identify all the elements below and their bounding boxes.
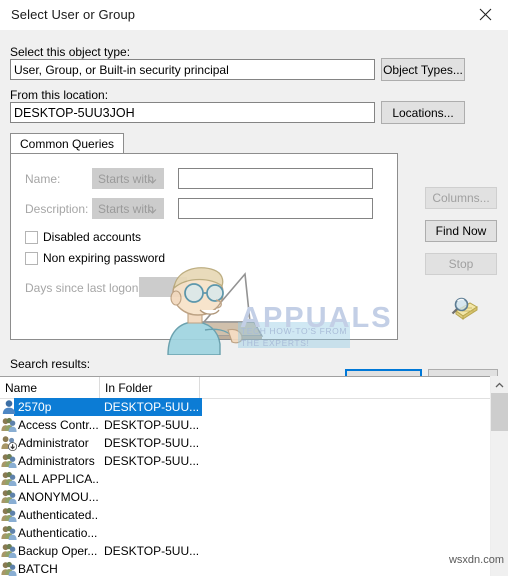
group-icon	[1, 489, 17, 505]
group-icon	[1, 525, 17, 541]
row-name: Administrators	[18, 454, 95, 468]
magnifier-card-icon	[448, 295, 478, 323]
scrollbar-track[interactable]	[491, 431, 508, 576]
list-rows: 2570p DESKTOP-5UU... Access Contr... DESKTO…	[0, 398, 508, 577]
table-row[interactable]: ANONYMOU...	[0, 488, 508, 506]
row-in-folder: DESKTOP-5UU...	[104, 436, 200, 450]
row-name: Administrator	[18, 436, 89, 450]
group-icon	[1, 507, 17, 523]
description-operator-select[interactable]: Starts with	[92, 198, 164, 219]
name-label: Name:	[25, 172, 61, 186]
location-label: From this location:	[10, 88, 109, 102]
row-name: Authenticatio...	[18, 526, 98, 540]
object-type-field[interactable]: User, Group, or Built-in security princi…	[10, 59, 375, 80]
group-icon	[1, 471, 17, 487]
days-since-logon-label: Days since last logon:	[25, 281, 142, 295]
name-operator-value: Starts with	[98, 171, 155, 186]
row-name: Access Contr...	[18, 418, 98, 432]
row-in-folder	[104, 525, 200, 541]
row-in-folder	[104, 561, 200, 577]
column-header-in-folder[interactable]: In Folder	[100, 377, 200, 398]
table-row[interactable]: Authenticatio...	[0, 524, 508, 542]
object-type-label: Select this object type:	[10, 45, 131, 59]
group-icon	[1, 453, 17, 469]
group-icon	[1, 543, 17, 559]
group-icon	[1, 417, 17, 433]
table-row[interactable]: 2570p DESKTOP-5UU...	[0, 398, 508, 416]
location-field[interactable]: DESKTOP-5UU3JOH	[10, 102, 375, 123]
name-input[interactable]	[178, 168, 373, 189]
row-name: Authenticated...	[18, 508, 98, 522]
non-expiring-password-label: Non expiring password	[43, 251, 166, 265]
row-in-folder	[104, 471, 200, 487]
table-row[interactable]: ALL APPLICA...	[0, 470, 508, 488]
window-title: Select User or Group	[11, 7, 136, 22]
close-button[interactable]	[463, 0, 508, 29]
user-icon	[1, 399, 17, 415]
disabled-accounts-label: Disabled accounts	[43, 230, 142, 244]
row-in-folder: DESKTOP-5UU...	[104, 544, 200, 558]
vertical-scrollbar[interactable]	[490, 376, 508, 576]
description-input[interactable]	[178, 198, 373, 219]
row-name: ALL APPLICA...	[18, 472, 98, 486]
chevron-down-icon	[148, 174, 157, 184]
object-types-button[interactable]: Object Types...	[381, 58, 465, 81]
row-name: BATCH	[18, 562, 58, 576]
row-name: ANONYMOU...	[18, 490, 98, 504]
row-in-folder	[104, 489, 200, 505]
group-icon	[1, 561, 17, 577]
description-label: Description:	[25, 202, 89, 216]
chevron-up-icon	[495, 378, 504, 392]
table-row[interactable]: Administrator DESKTOP-5UU...	[0, 434, 508, 452]
scrollbar-thumb[interactable]	[491, 393, 508, 431]
tab-common-queries[interactable]: Common Queries	[10, 133, 125, 154]
table-row[interactable]: Administrators DESKTOP-5UU...	[0, 452, 508, 470]
name-operator-select[interactable]: Starts with	[92, 168, 164, 189]
close-icon	[479, 8, 492, 21]
table-row[interactable]: Access Contr... DESKTOP-5UU...	[0, 416, 508, 434]
scroll-up-button[interactable]	[491, 376, 508, 393]
description-operator-value: Starts with	[98, 201, 155, 216]
tab-strip: Common Queries	[10, 133, 398, 154]
row-name: Backup Oper...	[18, 544, 98, 558]
columns-button[interactable]: Columns...	[425, 187, 497, 209]
non-expiring-password-checkbox[interactable]	[25, 252, 38, 265]
table-row[interactable]: Backup Oper... DESKTOP-5UU...	[0, 542, 508, 560]
user-disabled-icon	[1, 435, 18, 452]
column-header-name[interactable]: Name	[0, 377, 100, 398]
table-row[interactable]: Authenticated...	[0, 506, 508, 524]
row-in-folder	[104, 507, 200, 523]
find-now-button[interactable]: Find Now	[425, 220, 497, 242]
search-results-label: Search results:	[10, 357, 91, 371]
title-bar: Select User or Group	[0, 0, 508, 31]
row-in-folder: DESKTOP-5UU...	[104, 400, 200, 414]
locations-button[interactable]: Locations...	[381, 101, 465, 124]
list-header: Name In Folder	[0, 377, 508, 399]
search-results-list[interactable]: Name In Folder 2570p DESKTOP-5UU... Access…	[0, 376, 508, 577]
stop-button[interactable]: Stop	[425, 253, 497, 275]
days-since-logon-select[interactable]	[139, 277, 187, 297]
row-in-folder: DESKTOP-5UU...	[104, 454, 200, 468]
row-name: 2570p	[18, 400, 52, 414]
table-row[interactable]: BATCH	[0, 560, 508, 577]
disabled-accounts-checkbox[interactable]	[25, 231, 38, 244]
chevron-down-icon	[148, 204, 157, 214]
row-in-folder: DESKTOP-5UU...	[104, 418, 200, 432]
